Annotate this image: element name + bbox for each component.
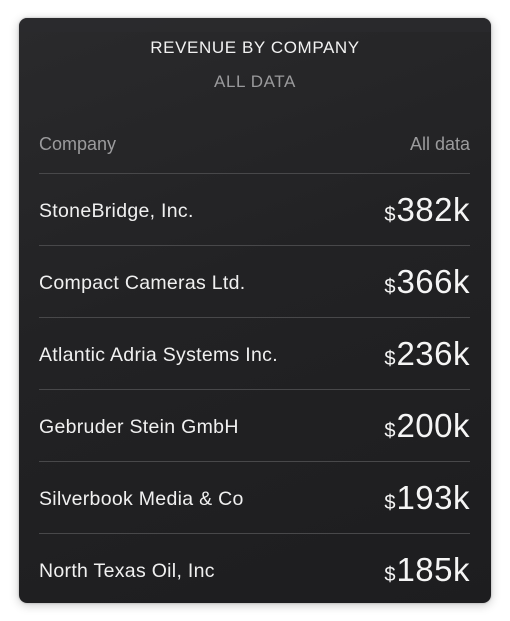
company-name: StoneBridge, Inc.: [39, 200, 194, 222]
currency-symbol: $: [384, 347, 396, 370]
revenue-value: $ 193k: [384, 479, 470, 517]
revenue-table: Company All data StoneBridge, Inc. $ 382…: [39, 130, 470, 603]
revenue-by-company-widget: REVENUE BY COMPANY ALL DATA Company All …: [19, 18, 491, 603]
revenue-amount: 382k: [396, 190, 470, 228]
revenue-amount: 185k: [396, 550, 470, 588]
revenue-amount: 193k: [396, 478, 470, 516]
table-row[interactable]: Silverbook Media & Co $ 193k: [39, 462, 470, 534]
revenue-value: $ 366k: [384, 263, 470, 301]
table-row[interactable]: North Texas Oil, Inc $ 185k: [39, 534, 470, 603]
revenue-value: $ 185k: [384, 551, 470, 589]
table-header: Company All data: [39, 130, 470, 174]
company-name: North Texas Oil, Inc: [39, 560, 215, 582]
table-row[interactable]: Compact Cameras Ltd. $ 366k: [39, 246, 470, 318]
revenue-value: $ 236k: [384, 335, 470, 373]
widget-subtitle: ALL DATA: [214, 72, 296, 91]
currency-symbol: $: [384, 491, 396, 514]
currency-symbol: $: [384, 419, 396, 442]
company-name: Silverbook Media & Co: [39, 488, 244, 510]
revenue-amount: 236k: [396, 334, 470, 372]
revenue-value: $ 200k: [384, 407, 470, 445]
column-header-company: Company: [39, 133, 117, 154]
revenue-amount: 200k: [396, 406, 470, 444]
company-name: Atlantic Adria Systems Inc.: [39, 344, 278, 366]
table-row[interactable]: StoneBridge, Inc. $ 382k: [39, 174, 470, 246]
company-name: Compact Cameras Ltd.: [39, 272, 246, 294]
currency-symbol: $: [384, 203, 396, 226]
table-row[interactable]: Gebruder Stein GmbH $ 200k: [39, 390, 470, 462]
currency-symbol: $: [384, 275, 396, 298]
revenue-amount: 366k: [396, 262, 470, 300]
company-name: Gebruder Stein GmbH: [39, 416, 239, 438]
card-header-band: [19, 18, 491, 32]
column-header-all-data: All data: [409, 133, 470, 154]
widget-title: REVENUE BY COMPANY: [150, 38, 360, 57]
currency-symbol: $: [384, 563, 396, 586]
revenue-value: $ 382k: [384, 191, 470, 229]
table-row[interactable]: Atlantic Adria Systems Inc. $ 236k: [39, 318, 470, 390]
